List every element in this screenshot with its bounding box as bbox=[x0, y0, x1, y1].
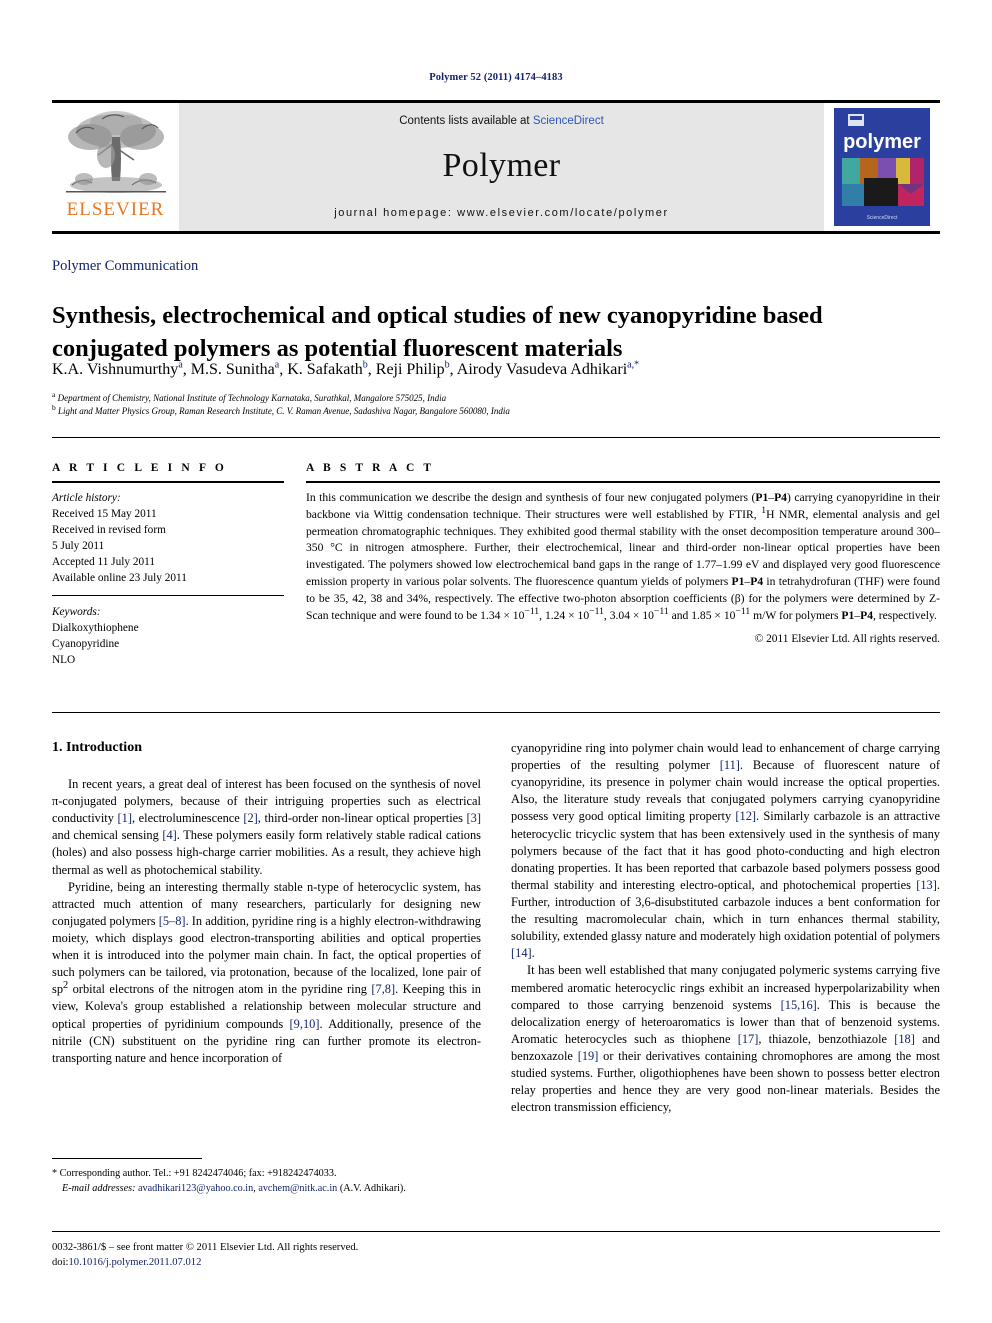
corresponding-author-line: * Corresponding author. Tel.: +91 824247… bbox=[52, 1168, 337, 1179]
colophon: 0032-3861/$ – see front matter © 2011 El… bbox=[52, 1240, 512, 1271]
elsevier-tree-icon bbox=[65, 111, 166, 193]
author-list: K.A. Vishnumurthya, M.S. Sunithaa, K. Sa… bbox=[52, 359, 640, 378]
abstract-body: In this communication we describe the de… bbox=[306, 491, 940, 622]
article-title: Synthesis, electrochemical and optical s… bbox=[52, 302, 823, 362]
journal-homepage-line[interactable]: journal homepage: www.elsevier.com/locat… bbox=[179, 207, 824, 219]
abstract-column: A B S T R A C T In this communication we… bbox=[306, 462, 940, 668]
email-addresses-line[interactable]: E-mail addresses: avadhikari123@yahoo.co… bbox=[52, 1181, 482, 1196]
journal-masthead: ELSEVIER Contents lists available at Sci… bbox=[52, 100, 940, 234]
abstract-copyright: © 2011 Elsevier Ltd. All rights reserved… bbox=[754, 633, 940, 646]
history-item: Available online 23 July 2011 bbox=[52, 572, 187, 585]
keywords-list: Keywords: Dialkoxythiophene Cyanopyridin… bbox=[52, 604, 284, 668]
abstract-rule bbox=[306, 481, 940, 483]
keyword-item: Dialkoxythiophene bbox=[52, 622, 139, 635]
article-info-rule bbox=[52, 481, 284, 483]
divider-under-authors bbox=[52, 437, 940, 438]
paragraph: It has been well established that many c… bbox=[511, 963, 940, 1115]
body-column-right: cyanopyridine ring into polymer chain wo… bbox=[511, 740, 940, 1116]
article-history: Article history: Received 15 May 2011 Re… bbox=[52, 490, 284, 586]
keyword-item: Cyanopyridine bbox=[52, 638, 120, 651]
history-item: Received 15 May 2011 bbox=[52, 508, 157, 521]
keywords-rule bbox=[52, 595, 284, 597]
article-info-column: A R T I C L E I N F O Article history: R… bbox=[52, 462, 284, 668]
article-history-label: Article history: bbox=[52, 492, 121, 504]
section-heading-introduction: 1. Introduction bbox=[52, 740, 142, 755]
contents-available-line: Contents lists available at ScienceDirec… bbox=[179, 115, 824, 127]
polymer-cover-image: polymer ScienceDirect bbox=[834, 108, 930, 226]
svg-text:polymer: polymer bbox=[843, 131, 921, 153]
affiliations: a Department of Chemistry, National Inst… bbox=[52, 390, 932, 418]
paragraph: Pyridine, being an interesting thermally… bbox=[52, 879, 481, 1065]
elsevier-wordmark: ELSEVIER bbox=[66, 199, 165, 220]
history-item: 5 July 2011 bbox=[52, 540, 105, 553]
keywords-label: Keywords: bbox=[52, 606, 101, 619]
doi-prefix: doi: bbox=[52, 1257, 69, 1269]
doi-line[interactable]: doi:10.1016/j.polymer.2011.07.012 bbox=[52, 1255, 512, 1270]
running-head: Polymer 52 (2011) 4174–4183 bbox=[429, 72, 563, 83]
abstract-heading: A B S T R A C T bbox=[306, 462, 435, 474]
affiliation-b: b Light and Matter Physics Group, Raman … bbox=[52, 403, 510, 417]
paragraph: cyanopyridine ring into polymer chain wo… bbox=[511, 741, 940, 961]
history-item: Accepted 11 July 2011 bbox=[52, 556, 156, 569]
sciencedirect-link[interactable]: ScienceDirect bbox=[533, 115, 604, 127]
doi-value[interactable]: 10.1016/j.polymer.2011.07.012 bbox=[68, 1257, 201, 1268]
journal-title: Polymer bbox=[442, 147, 561, 184]
article-section-type: Polymer Communication bbox=[52, 258, 199, 274]
body-columns: 1. Introduction In recent years, a great… bbox=[52, 740, 940, 1116]
elsevier-logo: ELSEVIER bbox=[52, 103, 179, 231]
article-info-heading: A R T I C L E I N F O bbox=[52, 462, 227, 474]
divider-under-abstract bbox=[52, 712, 940, 713]
corresponding-author-footnote: * Corresponding author. Tel.: +91 824247… bbox=[52, 1166, 482, 1197]
footnote-divider bbox=[52, 1158, 202, 1159]
cover-footer-text: ScienceDirect bbox=[867, 215, 898, 221]
paragraph: In recent years, a great deal of interes… bbox=[52, 777, 481, 877]
contents-prefix: Contents lists available at bbox=[399, 115, 533, 127]
history-item: Received in revised form bbox=[52, 524, 166, 537]
masthead-center-panel: Contents lists available at ScienceDirec… bbox=[179, 103, 824, 231]
issn-copyright-line: 0032-3861/$ – see front matter © 2011 El… bbox=[52, 1242, 359, 1253]
body-column-left: 1. Introduction In recent years, a great… bbox=[52, 740, 481, 1116]
keyword-item: NLO bbox=[52, 654, 76, 667]
affiliation-a: a Department of Chemistry, National Inst… bbox=[52, 390, 447, 403]
info-abstract-block: A R T I C L E I N F O Article history: R… bbox=[52, 462, 940, 668]
colophon-divider bbox=[52, 1231, 940, 1232]
journal-article-page: Polymer 52 (2011) 4174–4183 ELSEVIER Con… bbox=[0, 0, 992, 1323]
journal-cover-thumbnail[interactable]: polymer ScienceDirect bbox=[824, 103, 940, 231]
